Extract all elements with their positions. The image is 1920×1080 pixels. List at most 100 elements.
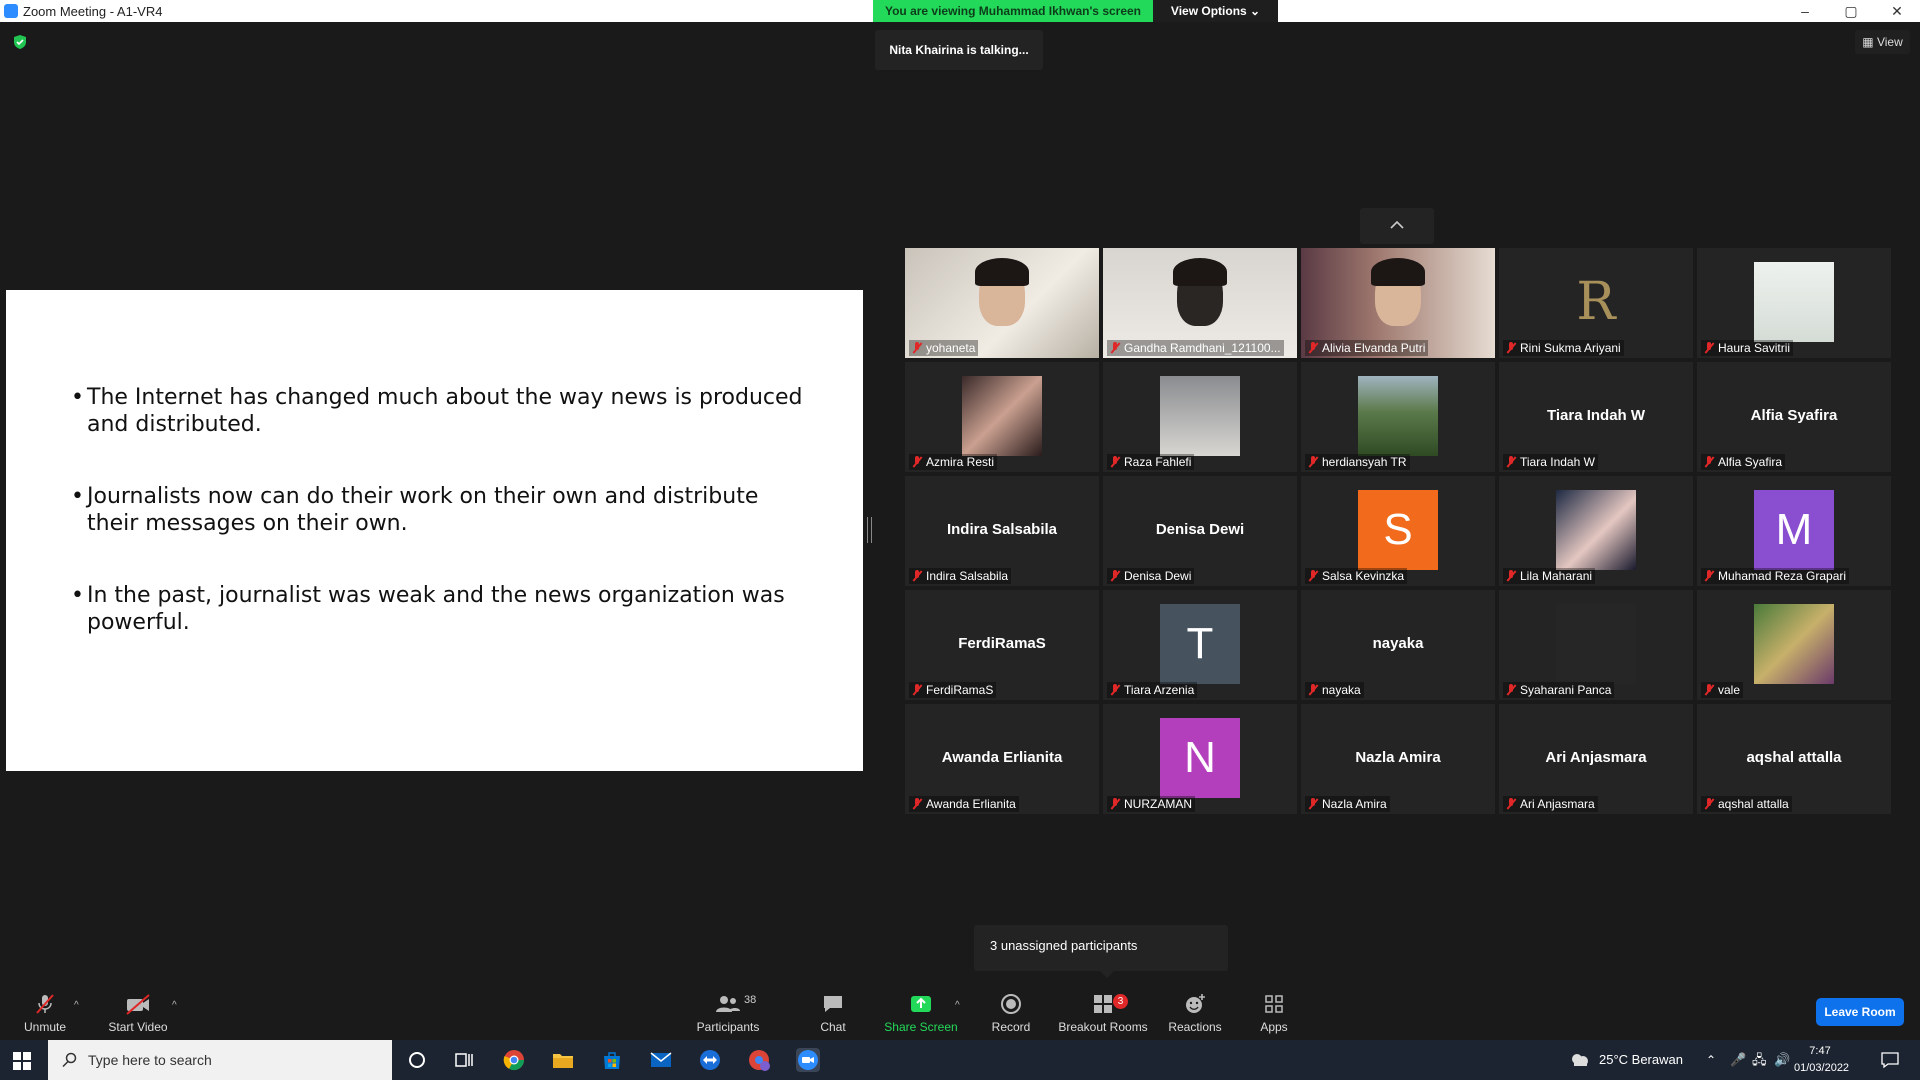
view-layout-button[interactable]: ▦ View <box>1855 30 1910 54</box>
participant-tile[interactable]: FerdiRamaS FerdiRamaS <box>905 590 1099 700</box>
participant-name: Alivia Elvanda Putri <box>1322 341 1426 355</box>
microsoft-store-icon[interactable] <box>600 1048 624 1072</box>
participant-tile[interactable]: Nazla Amira Nazla Amira <box>1301 704 1495 814</box>
leave-room-button[interactable]: Leave Room <box>1816 998 1904 1026</box>
participant-name-label: Lila Maharani <box>1503 568 1596 584</box>
video-options-caret[interactable]: ^ <box>172 1000 177 1011</box>
cortana-icon[interactable] <box>405 1048 429 1072</box>
volume-icon[interactable]: 🔊 <box>1774 1040 1790 1080</box>
view-options-button[interactable]: View Options ⌄ <box>1153 0 1278 22</box>
participant-display-name: FerdiRamaS <box>958 635 1046 652</box>
microphone-muted-icon <box>1704 342 1714 354</box>
participant-tile[interactable]: Syaharani Panca <box>1499 590 1693 700</box>
participant-tile[interactable]: Denisa Dewi Denisa Dewi <box>1103 476 1297 586</box>
breakout-rooms-button[interactable]: Breakout Rooms <box>1058 992 1148 1034</box>
microphone-muted-icon <box>1506 684 1516 696</box>
participant-tile[interactable]: Alivia Elvanda Putri <box>1301 248 1495 358</box>
microphone-muted-icon <box>1308 798 1318 810</box>
weather-text[interactable]: 25°C Berawan <box>1599 1040 1683 1080</box>
chat-button[interactable]: Chat <box>810 992 856 1034</box>
notification-icon[interactable] <box>1880 1050 1900 1070</box>
mail-icon[interactable] <box>649 1048 673 1072</box>
participant-display-name: Awanda Erlianita <box>941 749 1063 766</box>
participant-tile[interactable]: Lila Maharani <box>1499 476 1693 586</box>
clock-time: 7:47 <box>1809 1045 1831 1057</box>
participant-initial-avatar: T <box>1160 604 1240 684</box>
participant-tile[interactable]: Awanda Erlianita Awanda Erlianita <box>905 704 1099 814</box>
slide-bullet: Journalists now can do their work on the… <box>71 483 811 537</box>
breakout-rooms-label: Breakout Rooms <box>1058 1020 1148 1034</box>
participant-tile[interactable]: Gandha Ramdhani_121100... <box>1103 248 1297 358</box>
chrome-profile-icon[interactable] <box>747 1048 771 1072</box>
participant-name: Denisa Dewi <box>1124 569 1192 583</box>
search-icon <box>62 1052 77 1068</box>
gallery-scroll-up-button[interactable] <box>1360 208 1434 244</box>
unmute-button[interactable]: Unmute <box>18 992 72 1034</box>
share-options-caret[interactable]: ^ <box>955 1000 960 1011</box>
participant-tile[interactable]: M Muhamad Reza Grapari <box>1697 476 1891 586</box>
apps-button[interactable]: Apps <box>1254 992 1294 1034</box>
participant-name: herdiansyah TR <box>1322 455 1407 469</box>
minimize-button[interactable]: – <box>1782 0 1828 22</box>
participant-tile[interactable]: Alfia Syafira Alfia Syafira <box>1697 362 1891 472</box>
audio-options-caret[interactable]: ^ <box>74 1000 79 1011</box>
windows-start-icon[interactable] <box>13 1052 31 1070</box>
participant-display-name: Indira Salsabila <box>946 521 1058 538</box>
participant-tile[interactable]: Tiara Indah W Tiara Indah W <box>1499 362 1693 472</box>
view-layout-label: View <box>1876 35 1903 49</box>
task-view-icon[interactable] <box>452 1048 476 1072</box>
unassigned-participants-tooltip[interactable]: 3 unassigned participants <box>974 925 1228 978</box>
share-screen-button[interactable]: Share Screen <box>884 992 958 1034</box>
participant-name-label: Raza Fahlefi <box>1107 454 1195 470</box>
participant-tile[interactable]: herdiansyah TR <box>1301 362 1495 472</box>
window-title: Zoom Meeting - A1-VR4 <box>23 4 163 19</box>
participant-tile[interactable]: aqshal attalla aqshal attalla <box>1697 704 1891 814</box>
participant-tile[interactable]: T Tiara Arzenia <box>1103 590 1297 700</box>
maximize-button[interactable]: ▢ <box>1828 0 1874 22</box>
meeting-toolbar: Unmute ^ Start Video ^ Participants 38 C… <box>0 982 1920 1040</box>
breakout-rooms-icon <box>1094 995 1112 1013</box>
participant-display-name: Denisa Dewi <box>1155 521 1245 538</box>
participant-tile[interactable]: R Rini Sukma Ariyani <box>1499 248 1693 358</box>
participant-name-label: Alfia Syafira <box>1701 454 1786 470</box>
chrome-icon[interactable] <box>502 1048 526 1072</box>
start-video-button[interactable]: Start Video <box>106 992 170 1034</box>
participant-name-label: Alivia Elvanda Putri <box>1305 340 1429 356</box>
security-shield-icon[interactable] <box>12 34 28 50</box>
microphone-muted-icon <box>1308 570 1318 582</box>
teamviewer-icon[interactable] <box>698 1048 722 1072</box>
participant-video-hair <box>1173 258 1227 286</box>
participant-name: Tiara Indah W <box>1520 455 1595 469</box>
participant-tile[interactable]: Raza Fahlefi <box>1103 362 1297 472</box>
participant-name-label: Salsa Kevinzka <box>1305 568 1408 584</box>
participant-tile[interactable]: Azmira Resti <box>905 362 1099 472</box>
windows-taskbar: Type here to search 25°C Berawan ⌃ 🎤 🖧 🔊… <box>0 1040 1920 1080</box>
participant-tile[interactable]: S Salsa Kevinzka <box>1301 476 1495 586</box>
apps-icon <box>1265 995 1283 1013</box>
file-explorer-icon[interactable] <box>551 1048 575 1072</box>
record-button[interactable]: Record <box>988 992 1034 1034</box>
network-icon[interactable]: 🖧 <box>1752 1040 1767 1080</box>
zoom-taskbar-icon[interactable] <box>796 1048 820 1072</box>
split-view-handle[interactable] <box>867 517 872 543</box>
participant-tile[interactable]: Haura Savitrii <box>1697 248 1891 358</box>
microphone-muted-icon <box>1506 342 1516 354</box>
participant-video-hair <box>1371 258 1425 286</box>
microphone-muted-icon <box>1110 570 1120 582</box>
chevron-up-icon[interactable]: ⌃ <box>1706 1040 1716 1080</box>
participant-tile[interactable]: Indira Salsabila Indira Salsabila <box>905 476 1099 586</box>
taskbar-clock[interactable]: 7:47 01/03/2022 <box>1794 1043 1849 1077</box>
participant-tile[interactable]: yohaneta <box>905 248 1099 358</box>
reactions-button[interactable]: Reactions <box>1166 992 1224 1034</box>
participant-profile-picture <box>1754 604 1834 684</box>
participant-name: Gandha Ramdhani_121100... <box>1124 341 1281 355</box>
microphone-icon[interactable]: 🎤 <box>1730 1040 1746 1080</box>
close-button[interactable]: ✕ <box>1874 0 1920 22</box>
participant-tile[interactable]: vale <box>1697 590 1891 700</box>
participant-display-name: Alfia Syafira <box>1750 407 1838 424</box>
taskbar-search-box[interactable]: Type here to search <box>48 1040 392 1080</box>
participant-tile[interactable]: N NURZAMAN <box>1103 704 1297 814</box>
participant-tile[interactable]: Ari Anjasmara Ari Anjasmara <box>1499 704 1693 814</box>
participant-name-label: Nazla Amira <box>1305 796 1390 812</box>
participant-tile[interactable]: nayaka nayaka <box>1301 590 1495 700</box>
